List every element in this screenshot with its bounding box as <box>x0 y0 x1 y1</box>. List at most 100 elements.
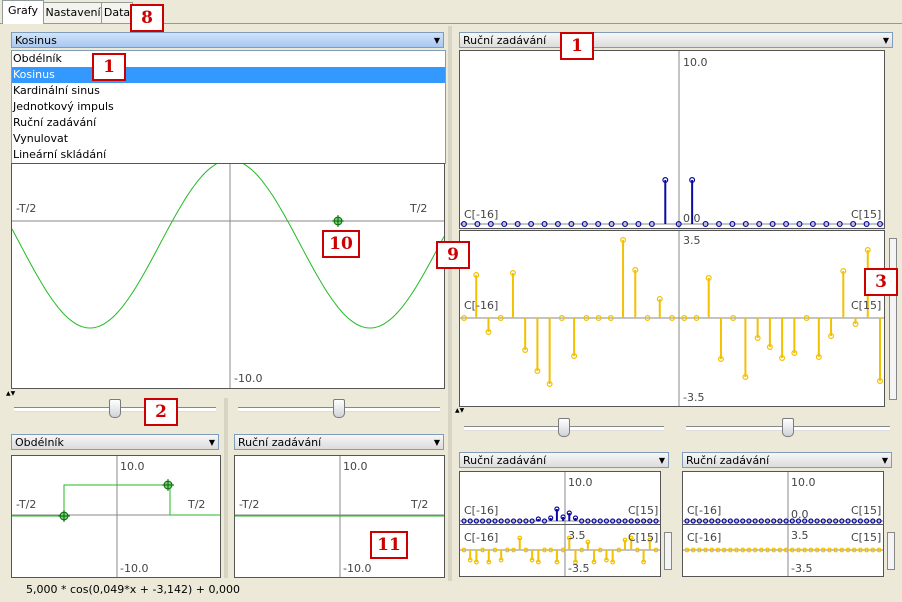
main-splitter[interactable] <box>448 26 452 581</box>
dropdown-arrow-icon: ▼ <box>433 438 440 447</box>
slider-thumb-icon[interactable] <box>109 399 121 418</box>
axis-label-bottom: -10.0 <box>120 562 149 575</box>
axis-label-bottom: -3.5 <box>683 391 705 404</box>
axis-label-left: C[-16] <box>687 531 722 544</box>
option-vynulovat[interactable]: Vynulovat <box>12 131 445 147</box>
option-obdelnik[interactable]: Obdélník <box>12 51 445 67</box>
dropdown-arrow-icon: ▼ <box>658 456 665 465</box>
axis-label-left: -T/2 <box>16 202 37 215</box>
small-left-1-canvas <box>12 456 220 577</box>
option-kardinalni-sinus[interactable]: Kardinální sinus <box>12 83 445 99</box>
drag-point-icon <box>162 479 174 491</box>
axis-label-mid: 3.5 <box>568 529 586 542</box>
dropdown-arrow-icon: ▼ <box>433 36 440 45</box>
axis-label-zero: 0.0 <box>791 508 809 521</box>
dropdown-arrow-icon: ▼ <box>882 36 889 45</box>
axis-label-top: 10.0 <box>791 476 816 489</box>
axis-label-mid: 3.5 <box>791 529 809 542</box>
axis-label-right: C[15] <box>851 299 882 312</box>
badge-1-left: 1 <box>92 53 126 81</box>
axis-label-right: T/2 <box>188 498 206 511</box>
magnitude-stem-canvas <box>460 51 884 228</box>
axis-label-top: 10.0 <box>343 460 368 473</box>
phase-vertical-scrollbar[interactable] <box>889 238 897 400</box>
tab-nastaveni[interactable]: Nastavení <box>43 2 103 23</box>
axis-label-left: C[-16] <box>464 504 499 517</box>
slider-thumb-icon[interactable] <box>333 399 345 418</box>
small-left-2-canvas <box>235 456 444 577</box>
axis-label-top: 3.5 <box>683 234 701 247</box>
phase-stem-canvas <box>460 231 884 406</box>
small-right-2-magnitude[interactable]: 10.0 C[-16] C[15] 0.0 <box>682 471 884 525</box>
function-dropdown-list[interactable]: Obdélník Kosinus Kardinální sinus Jednot… <box>11 50 446 164</box>
main-left-plot-canvas <box>12 164 444 388</box>
axis-label-right: C[15] <box>851 531 882 544</box>
badge-2: 2 <box>144 398 178 426</box>
drag-point-icon <box>332 215 344 227</box>
axis-label-left: C[-16] <box>464 299 499 312</box>
small-left-2-combo[interactable]: Ruční zadávání ▼ <box>234 434 444 450</box>
combo-value: Ruční zadávání <box>686 454 770 467</box>
small-right-1-magnitude[interactable]: 10.0 C[-16] C[15] <box>459 471 661 525</box>
badge-8: 8 <box>130 4 164 32</box>
split-arrows-icon[interactable]: ▲▼ <box>455 407 464 414</box>
badge-3: 3 <box>864 268 898 296</box>
small-right-2-phase[interactable]: 3.5 C[-16] C[15] -3.5 <box>682 524 884 577</box>
main-right-magnitude-plot[interactable]: 10.0 0.0 C[-16] C[15] <box>459 50 885 229</box>
axis-label-right: C[15] <box>628 504 659 517</box>
axis-label-mid: 0.0 <box>683 212 701 225</box>
dropdown-arrow-icon: ▼ <box>208 438 215 447</box>
axis-label-right: T/2 <box>410 202 428 215</box>
option-linearni-skladani[interactable]: Lineární skládání <box>12 147 445 163</box>
axis-label-bottom: -3.5 <box>791 562 813 575</box>
drag-point-icon <box>58 510 70 522</box>
small-left-2-plot[interactable]: 10.0 -T/2 T/2 -10.0 <box>234 455 445 578</box>
small-left-1-plot[interactable]: 10.0 -T/2 T/2 -10.0 <box>11 455 221 578</box>
badge-1-right: 1 <box>560 32 594 60</box>
axis-label-left: -T/2 <box>239 498 260 511</box>
small-phase-scrollbar[interactable] <box>887 532 895 570</box>
badge-10: 10 <box>322 230 360 258</box>
main-left-plot[interactable]: -T/2 T/2 -10.0 <box>11 163 445 389</box>
combo-value: Ruční zadávání <box>238 436 322 449</box>
axis-label-right: C[15] <box>628 531 659 544</box>
tab-grafy[interactable]: Grafy <box>2 0 44 24</box>
status-formula: 5,000 * cos(0,049*x + -3,142) + 0,000 <box>26 583 240 596</box>
small-right-1-phase[interactable]: 3.5 C[-16] C[15] -3.5 <box>459 524 661 577</box>
axis-label-left: C[-16] <box>687 504 722 517</box>
axis-label-right: C[15] <box>851 208 882 221</box>
axis-label-left: C[-16] <box>464 208 499 221</box>
main-right-function-combo[interactable]: Ruční zadávání ▼ <box>459 32 893 48</box>
combo-value: Obdélník <box>15 436 64 449</box>
badge-9: 9 <box>436 241 470 269</box>
slider-thumb-icon[interactable] <box>782 418 794 437</box>
option-kosinus[interactable]: Kosinus <box>12 67 445 83</box>
small-phase-scrollbar[interactable] <box>664 532 672 570</box>
axis-label-left: -T/2 <box>16 498 37 511</box>
axis-label-top: 10.0 <box>683 56 708 69</box>
slider-thumb-icon[interactable] <box>558 418 570 437</box>
combo-value: Ruční zadávání <box>463 34 547 47</box>
axis-label-top: 10.0 <box>120 460 145 473</box>
axis-label-top: 10.0 <box>568 476 593 489</box>
axis-label-right: T/2 <box>411 498 429 511</box>
dropdown-arrow-icon: ▼ <box>881 456 888 465</box>
main-right-phase-plot[interactable]: 3.5 -3.5 C[-16] C[15] <box>459 230 885 407</box>
small-left-1-combo[interactable]: Obdélník ▼ <box>11 434 219 450</box>
axis-label-right: C[15] <box>851 504 882 517</box>
small-right-2-combo[interactable]: Ruční zadávání ▼ <box>682 452 892 468</box>
option-rucni-zadavani[interactable]: Ruční zadávání <box>12 115 445 131</box>
combo-value: Kosinus <box>15 34 57 47</box>
option-jednotkovy-impuls[interactable]: Jednotkový impuls <box>12 99 445 115</box>
tab-data[interactable]: Data <box>101 2 133 23</box>
split-arrows-icon[interactable]: ▲▼ <box>6 390 15 397</box>
combo-value: Ruční zadávání <box>463 454 547 467</box>
left-splitter[interactable] <box>224 398 228 578</box>
badge-11: 11 <box>370 531 408 559</box>
main-left-function-combo[interactable]: Kosinus ▼ <box>11 32 444 48</box>
axis-label-bottom: -3.5 <box>568 562 590 575</box>
axis-label-bottom: -10.0 <box>343 562 372 575</box>
axis-label-bottom: -10.0 <box>234 372 263 385</box>
axis-label-left: C[-16] <box>464 531 499 544</box>
small-right-1-combo[interactable]: Ruční zadávání ▼ <box>459 452 669 468</box>
